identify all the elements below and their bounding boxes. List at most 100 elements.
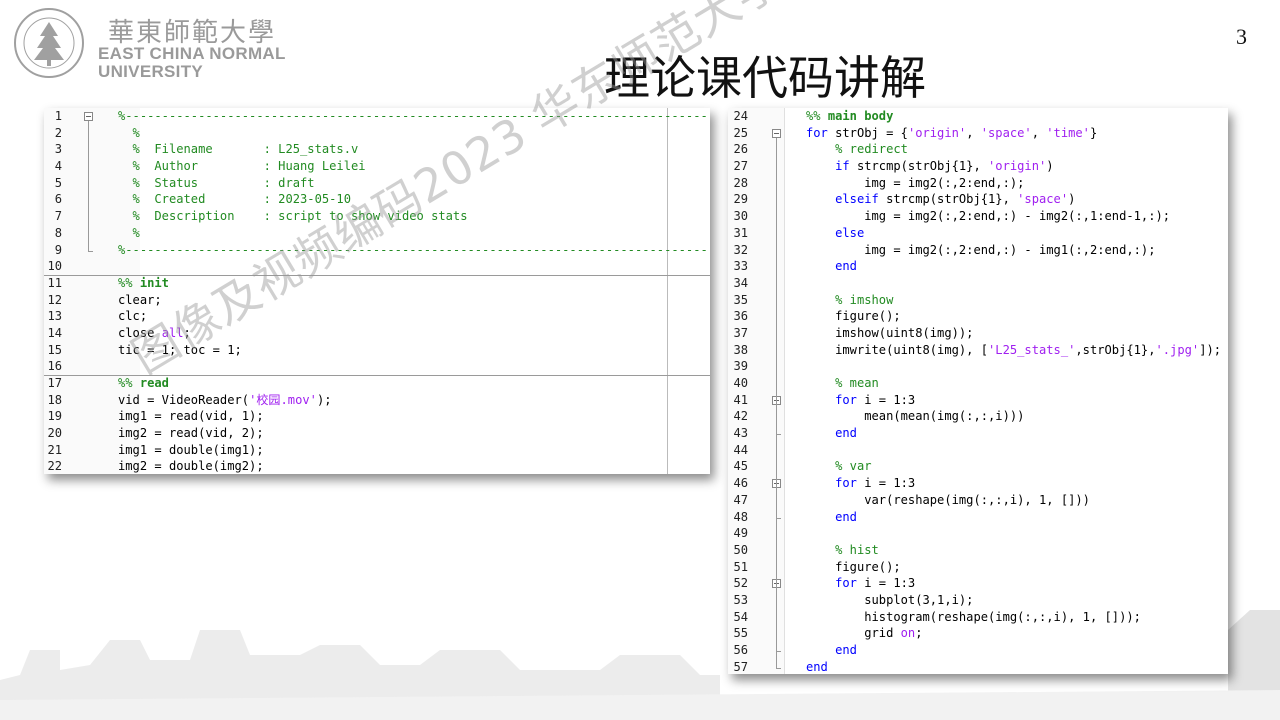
- code-token: % var: [806, 459, 872, 474]
- code-line[interactable]: 46 for i = 1:3: [728, 475, 1228, 492]
- code-line[interactable]: 56 end: [728, 642, 1228, 659]
- code-line[interactable]: 54 histogram(reshape(img(:,:,i), 1, []))…: [728, 609, 1228, 626]
- code-line[interactable]: 28 img = img2(:,2:end,:);: [728, 175, 1228, 192]
- code-line[interactable]: 35 % imshow: [728, 292, 1228, 309]
- code-text: clc;: [118, 308, 147, 325]
- fold-toggle-icon[interactable]: [84, 112, 93, 121]
- code-token: end: [806, 259, 857, 274]
- code-line[interactable]: 21 img1 = double(img1);: [44, 442, 710, 459]
- code-panel-right[interactable]: 24%% main body 25 for strObj = {'origin', …: [728, 108, 1228, 674]
- code-text: % var: [806, 458, 872, 475]
- code-text: end: [806, 509, 857, 526]
- code-token: % Status : draft: [118, 175, 315, 190]
- code-text: mean(mean(img(:,:,i))): [806, 408, 1024, 425]
- code-token: % redirect: [806, 142, 908, 157]
- code-line[interactable]: 55 grid on;: [728, 625, 1228, 642]
- code-token: tic = 1; toc = 1;: [118, 342, 242, 357]
- code-text: img1 = read(vid, 1);: [118, 408, 264, 425]
- code-line[interactable]: 50 % hist: [728, 542, 1228, 559]
- code-line[interactable]: 11%% init: [44, 275, 710, 292]
- code-line[interactable]: 38 imwrite(uint8(img), ['L25_stats_',str…: [728, 342, 1228, 359]
- line-number: 37: [733, 325, 748, 340]
- code-line[interactable]: 27 if strcmp(strObj{1}, 'origin'): [728, 158, 1228, 175]
- code-line[interactable]: 37 imshow(uint8(img));: [728, 325, 1228, 342]
- code-line[interactable]: 34: [728, 275, 1228, 292]
- line-number: 27: [733, 159, 748, 174]
- code-token: end: [806, 643, 857, 657]
- line-number: 5: [54, 175, 62, 190]
- code-token: end: [806, 426, 857, 441]
- code-line[interactable]: 15 tic = 1; toc = 1;: [44, 342, 710, 359]
- code-line[interactable]: 25 for strObj = {'origin', 'space', 'time…: [728, 125, 1228, 142]
- line-number: 10: [47, 259, 62, 274]
- code-line[interactable]: 8 %: [44, 225, 710, 242]
- code-line[interactable]: 42 mean(mean(img(:,:,i))): [728, 408, 1228, 425]
- code-token: ,: [1031, 125, 1047, 140]
- code-line[interactable]: 51 figure();: [728, 559, 1228, 576]
- code-line[interactable]: 20 img2 = read(vid, 2);: [44, 425, 710, 442]
- code-line[interactable]: 47 var(reshape(img(:,:,i), 1, [])): [728, 492, 1228, 509]
- code-token: img2 = double(img2);: [118, 459, 264, 474]
- code-line[interactable]: 41 for i = 1:3: [728, 392, 1228, 409]
- code-line[interactable]: 16: [44, 358, 710, 375]
- code-line[interactable]: 45 % var: [728, 458, 1228, 475]
- code-token: img = img2(:,2:end,:);: [806, 175, 1025, 190]
- university-name-en-line1: EAST CHINA NORMAL: [98, 44, 286, 63]
- code-line[interactable]: 24%% main body: [728, 108, 1228, 125]
- code-line[interactable]: 44: [728, 442, 1228, 459]
- code-line[interactable]: 26 % redirect: [728, 141, 1228, 158]
- code-line[interactable]: 3 % Filename : L25_stats.v: [44, 141, 710, 158]
- code-line[interactable]: 1 %--------------------------------------…: [44, 108, 710, 125]
- code-line[interactable]: 53 subplot(3,1,i);: [728, 592, 1228, 609]
- page-number: 3: [1236, 24, 1247, 49]
- line-number: 33: [733, 259, 748, 274]
- code-text: %---------------------------------------…: [118, 242, 708, 259]
- code-text: for i = 1:3: [806, 392, 915, 409]
- code-line[interactable]: 4 % Author : Huang Leilei: [44, 158, 710, 175]
- code-token: ;: [915, 626, 923, 641]
- code-line[interactable]: 39: [728, 358, 1228, 375]
- code-line[interactable]: 57 end: [728, 659, 1228, 674]
- code-line[interactable]: 14 close all;: [44, 325, 710, 342]
- code-line[interactable]: 40 % mean: [728, 375, 1228, 392]
- code-line[interactable]: 43 end: [728, 425, 1228, 442]
- code-line[interactable]: 29 elseif strcmp(strObj{1}, 'space'): [728, 191, 1228, 208]
- code-token: close: [118, 325, 162, 340]
- code-panel-left[interactable]: 1 %--------------------------------------…: [44, 108, 710, 474]
- code-token: clear;: [118, 292, 162, 307]
- code-line[interactable]: 52 for i = 1:3: [728, 575, 1228, 592]
- line-number: 6: [54, 192, 62, 207]
- code-line[interactable]: 7 % Description : script to show video s…: [44, 208, 710, 225]
- code-text: % Author : Huang Leilei: [118, 158, 366, 175]
- code-text: % mean: [806, 375, 879, 392]
- code-line[interactable]: 18 vid = VideoReader('校园.mov');: [44, 392, 710, 409]
- code-line[interactable]: 17%% read: [44, 375, 710, 392]
- code-line[interactable]: 30 img = img2(:,2:end,:) - img2(:,1:end-…: [728, 208, 1228, 225]
- fold-toggle-icon[interactable]: [772, 128, 781, 138]
- code-text: end: [806, 425, 857, 442]
- code-line[interactable]: 36 figure();: [728, 308, 1228, 325]
- line-number: 1: [54, 109, 62, 123]
- code-line[interactable]: 5 % Status : draft: [44, 175, 710, 192]
- code-line[interactable]: 2 %: [44, 125, 710, 142]
- code-line[interactable]: 19 img1 = read(vid, 1);: [44, 408, 710, 425]
- code-line[interactable]: 31 else: [728, 225, 1228, 242]
- code-token: ]);: [1199, 342, 1222, 357]
- code-line[interactable]: 13 clc;: [44, 308, 710, 325]
- code-text: figure();: [806, 559, 901, 576]
- code-line[interactable]: 9 %--------------------------------------…: [44, 242, 710, 259]
- code-line[interactable]: 12 clear;: [44, 292, 710, 309]
- code-token: imwrite(uint8(img), [: [806, 342, 989, 357]
- line-number: 16: [47, 359, 62, 374]
- code-token: end: [806, 509, 857, 524]
- code-line[interactable]: 6 % Created : 2023-05-10: [44, 191, 710, 208]
- code-token: figure();: [806, 309, 901, 324]
- code-line[interactable]: 22 img2 = double(img2);: [44, 458, 710, 474]
- code-line[interactable]: 49: [728, 525, 1228, 542]
- code-line[interactable]: 33 end: [728, 258, 1228, 275]
- code-line[interactable]: 48 end: [728, 509, 1228, 526]
- code-token: for: [806, 576, 857, 591]
- code-line[interactable]: 32 img = img2(:,2:end,:) - img1(:,2:end,…: [728, 242, 1228, 259]
- code-line[interactable]: 10: [44, 258, 710, 275]
- code-token: % imshow: [806, 292, 894, 307]
